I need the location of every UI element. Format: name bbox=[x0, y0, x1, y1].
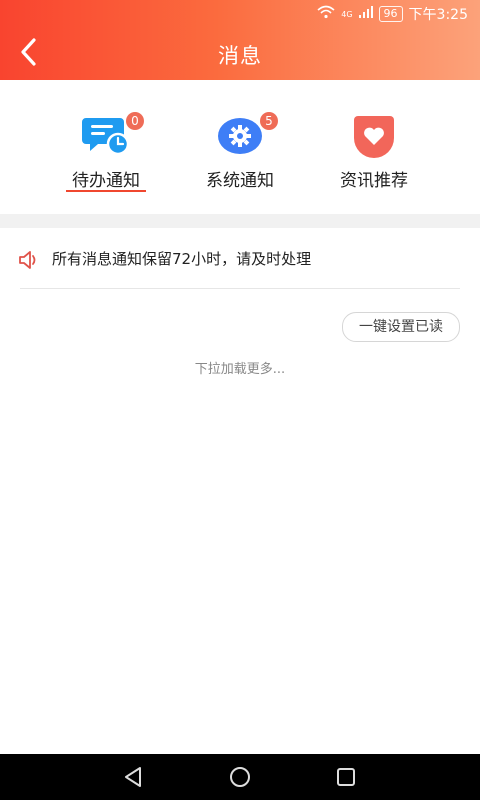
clock: 下午3:25 bbox=[408, 7, 468, 23]
chat-clock-icon bbox=[82, 118, 130, 156]
signal-icon bbox=[358, 6, 373, 22]
square-recents-icon bbox=[337, 768, 355, 786]
circle-home-icon bbox=[230, 767, 250, 787]
status-bar: 4G 96 下午3:25 bbox=[0, 0, 480, 28]
tab-label: 系统通知 bbox=[206, 171, 274, 191]
wifi-icon bbox=[317, 5, 335, 23]
notice-text: 所有消息通知保留72小时，请及时处理 bbox=[52, 250, 312, 268]
speaker-icon bbox=[18, 250, 40, 270]
tab-icon-wrap: 5 bbox=[216, 112, 278, 158]
nav-back-button[interactable] bbox=[120, 764, 148, 790]
divider bbox=[20, 288, 460, 289]
tab-label: 待办通知 bbox=[72, 171, 140, 191]
tab-news-recommendations[interactable]: 资讯推荐 bbox=[304, 86, 444, 214]
tab-todo-notices[interactable]: 0 待办通知 bbox=[36, 86, 176, 214]
status-icons: 4G 96 下午3:25 bbox=[317, 4, 468, 24]
nav-home-button[interactable] bbox=[226, 764, 254, 790]
triangle-back-icon bbox=[125, 767, 141, 787]
message-category-tabs: 0 待办通知 5 系统通知 资讯推荐 bbox=[0, 86, 480, 214]
system-nav-bar bbox=[0, 754, 480, 800]
todo-badge: 0 bbox=[126, 112, 144, 130]
heart-icon bbox=[354, 116, 394, 158]
battery-level: 96 bbox=[378, 6, 403, 22]
section-divider bbox=[0, 214, 480, 228]
system-badge: 5 bbox=[260, 112, 278, 130]
network-type: 4G bbox=[341, 9, 353, 19]
tab-icon-wrap bbox=[350, 114, 398, 158]
mark-all-read-button[interactable]: 一键设置已读 bbox=[342, 312, 460, 342]
tab-label: 资讯推荐 bbox=[340, 171, 408, 191]
nav-recents-button[interactable] bbox=[332, 764, 360, 790]
retention-notice: 所有消息通知保留72小时，请及时处理 bbox=[0, 228, 480, 288]
tab-system-notices[interactable]: 5 系统通知 bbox=[170, 86, 310, 214]
page-title: 消息 bbox=[218, 44, 262, 68]
active-tab-indicator bbox=[66, 190, 146, 192]
tab-icon-wrap: 0 bbox=[82, 112, 144, 158]
pull-to-load-hint: 下拉加载更多... bbox=[194, 362, 286, 377]
gear-icon bbox=[218, 118, 262, 154]
